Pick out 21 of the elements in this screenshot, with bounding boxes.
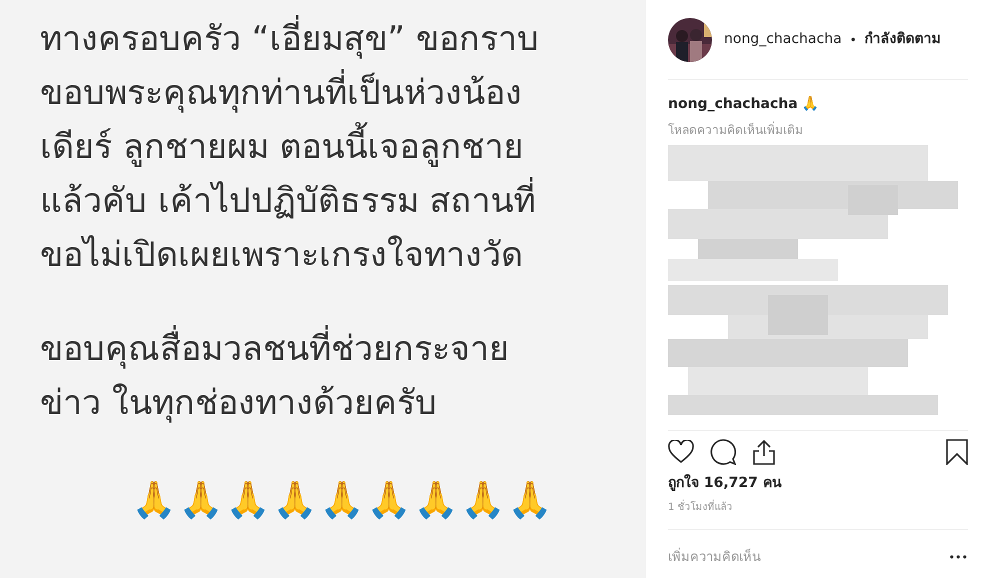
more-button[interactable]: ••• (948, 550, 968, 566)
post-text-line: ขอบพระคุณทุกท่านที่เป็นห่วงน้อง (40, 66, 539, 120)
post-text-line: ทางครอบครัว “เอี่ยมสุข” ขอกราบ (40, 12, 539, 66)
avatar[interactable] (668, 18, 712, 62)
post-text-line: เดียร์ ลูกชายผม ตอนนี้เจอลูกชาย (40, 120, 539, 174)
post-text-line: ขอไม่เปิดเผยเพราะเกรงใจทางวัด (40, 234, 524, 277)
emoji-row-text: 🙏🙏🙏🙏🙏🙏🙏🙏🙏 (132, 479, 554, 523)
heart-icon[interactable] (668, 440, 694, 464)
like-count[interactable]: ถูกใจ 16,727 คน (668, 473, 782, 494)
follow-status[interactable]: กำลังติดตาม (864, 29, 941, 50)
comment-icon[interactable] (710, 439, 736, 465)
share-icon[interactable] (752, 439, 776, 465)
post-time: 1 ชั่วโมงที่แล้ว (668, 500, 733, 515)
bookmark-icon[interactable] (946, 439, 968, 465)
separator: • (850, 32, 857, 48)
post-text-line: แล้วคับ เค้าไปปฏิบัติธรรม สถานที่ (40, 174, 539, 228)
post-text-line: ขอบคุณสื่อมวลชนที่ช่วยกระจาย (40, 322, 509, 376)
caption-text: 🙏 (802, 95, 819, 114)
header-username[interactable]: nong_chachacha (724, 29, 842, 50)
post-text-line: ข่าว ในทุกช่องทางด้วยครับ (40, 382, 438, 425)
caption-username[interactable]: nong_chachacha (668, 94, 798, 115)
